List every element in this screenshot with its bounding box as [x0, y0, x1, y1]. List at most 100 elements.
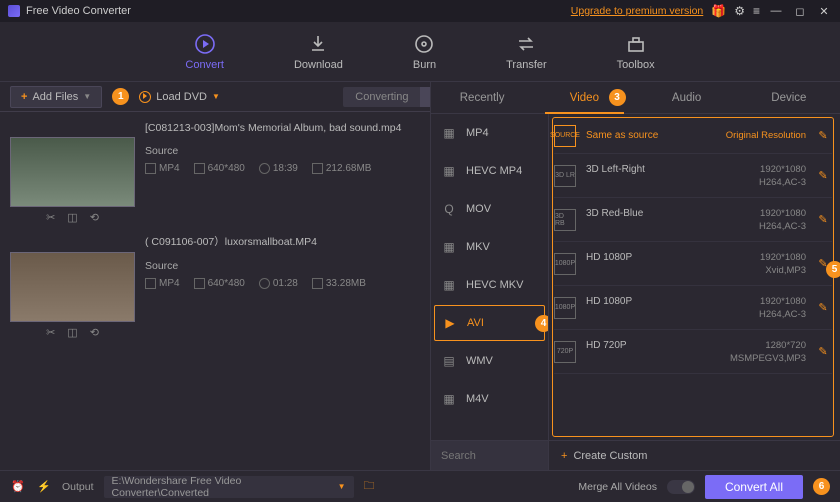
preset-item[interactable]: 720P HD 720P1280*720 MSMPEGV3,MP3 ✎ [554, 330, 832, 374]
cut-icon[interactable]: ✂ [46, 211, 55, 224]
edit-icon[interactable]: ✎ [816, 301, 830, 315]
plus-icon: + [21, 91, 27, 103]
upgrade-link[interactable]: Upgrade to premium version [571, 5, 703, 17]
preset-item[interactable]: 1080P HD 1080P1920*1080 Xvid,MP3 ✎ [554, 242, 832, 286]
hint-badge-1: 1 [112, 88, 129, 105]
create-custom-button[interactable]: Create Custom [549, 450, 659, 462]
fmt-mov[interactable]: QMOV [431, 190, 548, 228]
preset-name: Same as source [586, 130, 658, 141]
tab-toolbox[interactable]: Toolbox [611, 29, 661, 75]
fmt-mp4[interactable]: ▦MP4 [431, 114, 548, 152]
close-button[interactable]: ✕ [816, 4, 832, 18]
film-icon: ▦ [441, 126, 457, 140]
merge-toggle[interactable] [667, 480, 695, 494]
file-item: ( C091106-007）luxorsmallboat.MP4 ✂ ◫ ⟲ S… [10, 234, 420, 339]
preset-name: HD 1080P [586, 296, 632, 307]
tab-convert-label: Convert [185, 59, 224, 71]
effects-icon[interactable]: ⟲ [90, 326, 99, 339]
settings-icon[interactable]: ⚙ [734, 4, 745, 18]
preset-resolution: Original Resolution [726, 130, 806, 141]
crop-icon[interactable]: ◫ [67, 211, 77, 224]
tab-transfer[interactable]: Transfer [500, 29, 553, 75]
ptab-device[interactable]: Device [738, 82, 840, 113]
burn-icon [413, 33, 435, 55]
schedule-icon[interactable]: ⏰ [10, 480, 26, 493]
tab-burn-label: Burn [413, 59, 436, 71]
main-area: [C081213-003]Mom's Memorial Album, bad s… [0, 112, 840, 470]
seg-converting[interactable]: Converting [343, 87, 420, 107]
chevron-down-icon: ▼ [338, 482, 346, 491]
hint-badge-3: 3 [609, 89, 626, 106]
effects-icon[interactable]: ⟲ [90, 211, 99, 224]
maximize-button[interactable]: ◻ [792, 4, 808, 18]
fmt-hevc-mkv[interactable]: ▦HEVC MKV [431, 266, 548, 304]
output-path-select[interactable]: E:\Wondershare Free Video Converter\Conv… [104, 476, 354, 498]
size-value: 212.68MB [312, 163, 372, 174]
menu-icon[interactable]: ≡ [753, 4, 760, 18]
format-panel: Recently Video 3 Audio Device ▦MP4 ▦HEVC… [430, 82, 840, 470]
add-files-button[interactable]: + Add Files ▼ [10, 86, 102, 108]
load-dvd-button[interactable]: Load DVD ▼ [139, 91, 220, 103]
panel-tabs: Recently Video 3 Audio Device [431, 82, 840, 114]
duration-value: 01:28 [259, 278, 298, 289]
load-dvd-label: Load DVD [156, 91, 207, 103]
preset-list: 5 SOURCE Same as source Original Resoluti… [549, 114, 840, 440]
preset-resolution: 1920*1080 [760, 252, 806, 263]
preset-codec: MSMPEGV3,MP3 [586, 353, 806, 364]
search-input[interactable]: Search [431, 441, 549, 470]
fmt-m4v[interactable]: ▦M4V [431, 380, 548, 418]
output-path-value: E:\Wondershare Free Video Converter\Conv… [112, 475, 338, 499]
file-item: [C081213-003]Mom's Memorial Album, bad s… [10, 122, 420, 224]
file-name: [C081213-003]Mom's Memorial Album, bad s… [10, 122, 420, 134]
preset-codec: H264,AC-3 [586, 177, 806, 188]
video-thumbnail[interactable] [10, 137, 135, 207]
hint-badge-5: 5 [826, 261, 840, 278]
preset-resolution: 1920*1080 [760, 296, 806, 307]
film-icon: ▦ [441, 240, 457, 254]
preset-icon: 3D RB [554, 209, 576, 231]
video-thumbnail[interactable] [10, 252, 135, 322]
ptab-video[interactable]: Video 3 [533, 82, 635, 113]
app-title: Free Video Converter [26, 5, 131, 17]
ptab-video-label: Video [570, 92, 599, 104]
film-icon: ▦ [441, 278, 457, 292]
disc-icon [139, 91, 151, 103]
edit-icon[interactable]: ✎ [816, 129, 830, 143]
fmt-mkv[interactable]: ▦MKV [431, 228, 548, 266]
format-list: ▦MP4 ▦HEVC MP4 QMOV ▦MKV ▦HEVC MKV ▶AVI4… [431, 114, 549, 440]
preset-codec: Xvid,MP3 [586, 265, 806, 276]
gpu-icon[interactable]: ⚡ [36, 480, 52, 493]
preset-icon: 1080P [554, 297, 576, 319]
fmt-avi[interactable]: ▶AVI4 [434, 305, 545, 341]
preset-item[interactable]: SOURCE Same as source Original Resolution… [554, 118, 832, 154]
ptab-recently[interactable]: Recently [431, 82, 533, 113]
preset-icon: SOURCE [554, 125, 576, 147]
tab-download[interactable]: Download [288, 29, 349, 75]
dimension-value: 640*480 [194, 163, 245, 174]
app-logo-icon [8, 5, 20, 17]
edit-icon[interactable]: ✎ [816, 345, 830, 359]
open-folder-icon[interactable]: 🗀 [364, 477, 375, 496]
preset-item[interactable]: 3D RB 3D Red-Blue1920*1080 H264,AC-3 ✎ [554, 198, 832, 242]
convert-icon [194, 33, 216, 55]
crop-icon[interactable]: ◫ [67, 326, 77, 339]
ptab-audio[interactable]: Audio [636, 82, 738, 113]
dimension-value: 640*480 [194, 278, 245, 289]
edit-icon[interactable]: ✎ [816, 213, 830, 227]
edit-icon[interactable]: ✎ [816, 169, 830, 183]
play-icon: ▶ [442, 316, 458, 330]
preset-item[interactable]: 1080P HD 1080P1920*1080 H264,AC-3 ✎ [554, 286, 832, 330]
fmt-hevc-mp4[interactable]: ▦HEVC MP4 [431, 152, 548, 190]
minimize-button[interactable]: — [768, 4, 784, 18]
convert-all-button[interactable]: Convert All [705, 475, 803, 499]
fmt-wmv[interactable]: ▤WMV [431, 342, 548, 380]
duration-value: 18:39 [259, 163, 298, 174]
codec-value: MP4 [145, 278, 180, 289]
preset-item[interactable]: 3D LR 3D Left-Right1920*1080 H264,AC-3 ✎ [554, 154, 832, 198]
chevron-down-icon: ▼ [83, 92, 91, 101]
tab-convert[interactable]: Convert [179, 29, 230, 75]
tab-burn[interactable]: Burn [407, 29, 442, 75]
gift-icon[interactable]: 🎁 [711, 4, 726, 18]
film-icon: ▦ [441, 392, 457, 406]
cut-icon[interactable]: ✂ [46, 326, 55, 339]
